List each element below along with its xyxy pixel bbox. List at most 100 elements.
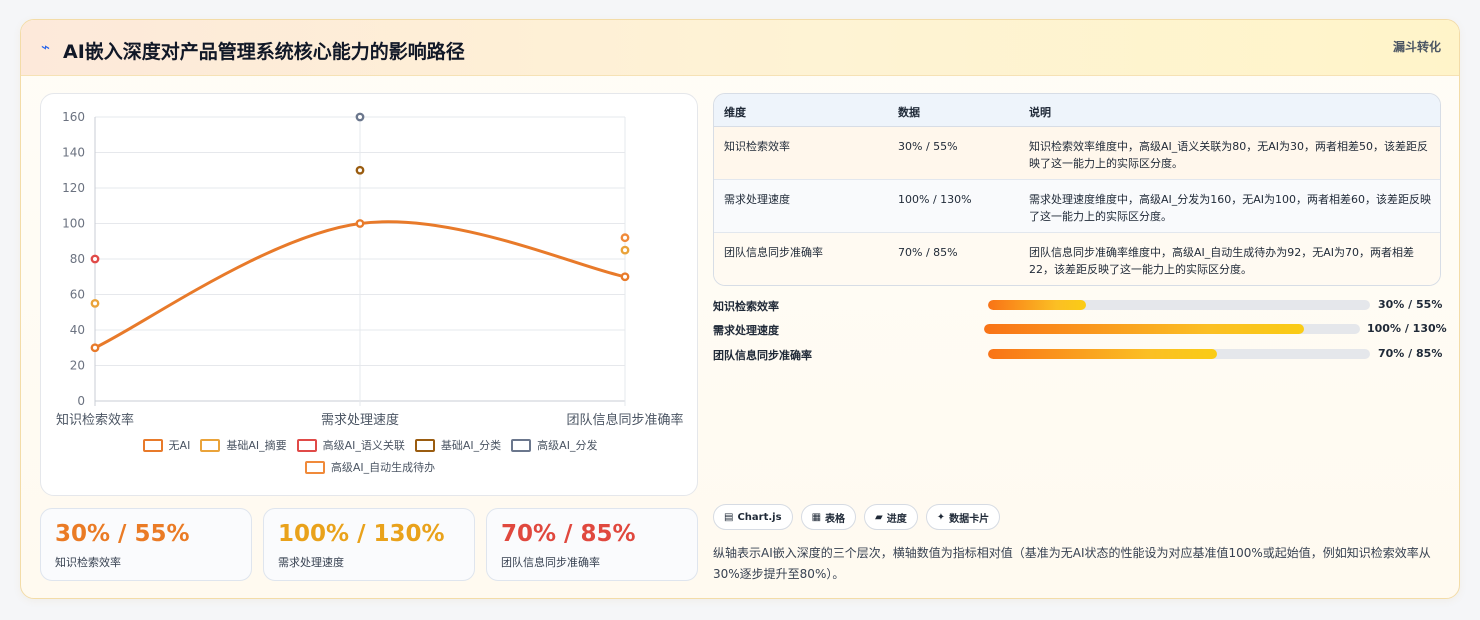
progress-icon: ▰ <box>875 511 883 523</box>
legend-item[interactable]: 高级AI_语义关联 <box>296 437 405 453</box>
y-tick-label: 40 <box>70 323 85 337</box>
legend-swatch <box>142 438 163 452</box>
data-point <box>620 233 630 243</box>
y-tick-label: 60 <box>70 288 85 302</box>
y-tick-label: 80 <box>70 252 85 266</box>
y-tick-label: 140 <box>62 146 85 160</box>
column-header-dimension: 维度 <box>724 106 746 119</box>
y-tick-label: 100 <box>62 217 85 231</box>
x-category-label: 团队信息同步准确率 <box>566 412 683 428</box>
chip-label: 进度 <box>886 513 907 525</box>
cell-dimension: 需求处理速度 <box>724 193 790 206</box>
progress-fill <box>988 300 1087 310</box>
progress-fill <box>988 349 1218 359</box>
data-point <box>355 165 365 175</box>
x-category-label: 知识检索效率 <box>56 412 134 428</box>
table-row: 需求处理速度 100% / 130% 需求处理速度维度中，高级AI_分发为160… <box>714 180 1440 233</box>
legend-label: 无AI <box>168 439 191 452</box>
progress-bar <box>988 349 1370 359</box>
y-tick-label: 0 <box>77 394 85 408</box>
chart-legend: 无AI 基础AI_摘要 高级AI_语义关联 基础AI_分类 高级AI_分发高级AI_自动… <box>41 437 699 481</box>
data-point <box>355 112 365 122</box>
line-chart-panel: 0 20 40 60 80 100 120 140 160 知识检索效率 需求处理速度 团队信息同步准… <box>40 93 698 496</box>
kpi-label: 需求处理速度 <box>278 556 344 569</box>
kpi-card-1: 30% / 55% 知识检索效率 <box>40 508 252 581</box>
header-badge: 漏斗转化 <box>1392 40 1441 54</box>
table-header: 维度 数据 说明 <box>714 94 1440 127</box>
chip-chartjs[interactable]: ▤ Chart.js <box>713 504 793 530</box>
cell-data: 100% / 130% <box>898 193 972 206</box>
legend-item[interactable]: 基础AI_摘要 <box>200 437 287 453</box>
legend-label: 基础AI_摘要 <box>226 439 287 452</box>
progress-value: 70% / 85% <box>1378 347 1443 360</box>
y-tick-label: 160 <box>62 110 85 124</box>
cell-dimension: 团队信息同步准确率 <box>724 246 823 259</box>
chip-data-card[interactable]: ✦ 数据卡片 <box>925 504 1001 530</box>
legend-item[interactable]: 高级AI_自动生成待办 <box>304 459 436 475</box>
chart-note: 纵轴表示AI嵌入深度的三个层次，横轴数值为指标相对值（基准为无AI状态的性能设为… <box>713 546 1431 581</box>
chip-label: 表格 <box>825 513 846 525</box>
sparkle-icon: ✦ <box>936 511 946 523</box>
cell-description: 知识检索效率维度中，高级AI_语义关联为80，无AI为30，两者相差50，该差距… <box>1029 140 1429 170</box>
kpi-label: 知识检索效率 <box>55 556 121 569</box>
table-icon: ▦ <box>811 511 822 523</box>
kpi-label: 团队信息同步准确率 <box>501 556 600 569</box>
progress-bar <box>984 324 1360 334</box>
card-header: ⌁ AI嵌入深度对产品管理系统核心能力的影响路径 漏斗转化 <box>21 20 1459 76</box>
legend-swatch <box>296 438 317 452</box>
kpi-value: 70% / 85% <box>501 521 636 547</box>
x-category-label: 需求处理速度 <box>321 412 399 428</box>
progress-value: 100% / 130% <box>1367 322 1447 335</box>
table-row: 知识检索效率 30% / 55% 知识检索效率维度中，高级AI_语义关联为80，… <box>714 127 1440 180</box>
kpi-value: 100% / 130% <box>278 521 445 547</box>
dashboard-card: ⌁ AI嵌入深度对产品管理系统核心能力的影响路径 漏斗转化 0 20 40 60 80 1… <box>20 19 1460 599</box>
view-chips: ▤ Chart.js ▦ 表格 ▰ 进度 ✦ 数据卡片 <box>713 504 1001 530</box>
legend-swatch <box>304 460 325 474</box>
kpi-card-2: 100% / 130% 需求处理速度 <box>263 508 475 581</box>
legend-label: 基础AI_分类 <box>440 439 502 452</box>
legend-item[interactable]: 无AI <box>142 437 191 453</box>
progress-bar <box>988 300 1370 310</box>
data-point <box>620 245 630 255</box>
progress-value: 30% / 55% <box>1378 298 1443 311</box>
cell-description: 团队信息同步准确率维度中，高级AI_自动生成待办为92，无AI为70，两者相差2… <box>1029 246 1415 276</box>
chip-table[interactable]: ▦ 表格 <box>800 504 857 530</box>
data-point <box>90 254 100 264</box>
legend-label: 高级AI_语义关联 <box>322 439 405 452</box>
legend-swatch <box>511 438 532 452</box>
data-point <box>355 219 365 228</box>
cell-dimension: 知识检索效率 <box>724 140 790 153</box>
legend-label: 高级AI_分发 <box>537 439 598 452</box>
table-row: 团队信息同步准确率 70% / 85% 团队信息同步准确率维度中，高级AI_自动… <box>714 233 1440 285</box>
y-tick-label: 120 <box>62 181 85 195</box>
data-point <box>620 272 630 282</box>
lightning-icon: ⌁ <box>41 38 51 56</box>
chip-progress[interactable]: ▰ 进度 <box>864 504 918 530</box>
page-title: AI嵌入深度对产品管理系统核心能力的影响路径 <box>63 41 465 63</box>
legend-row: 高级AI_自动生成待办 <box>41 459 699 475</box>
chart-icon: ▤ <box>724 511 734 523</box>
legend-label: 高级AI_自动生成待办 <box>330 461 436 474</box>
legend-swatch <box>414 438 435 452</box>
data-table: 维度 数据 说明 知识检索效率 30% / 55% 知识检索效率维度中，高级AI… <box>713 93 1441 286</box>
progress-label: 知识检索效率 <box>713 300 779 313</box>
cell-data: 70% / 85% <box>898 246 958 259</box>
progress-label: 团队信息同步准确率 <box>713 349 812 362</box>
legend-row: 无AI 基础AI_摘要 高级AI_语义关联 基础AI_分类 高级AI_分发 <box>41 437 699 453</box>
data-point <box>90 343 100 353</box>
chip-label: Chart.js <box>737 511 782 523</box>
cell-data: 30% / 55% <box>898 140 958 153</box>
legend-item[interactable]: 高级AI_分发 <box>511 437 597 453</box>
line-chart: 0 20 40 60 80 100 120 140 160 知识检索效率 需求处理速度 团队信息同步准… <box>56 110 684 428</box>
column-header-description: 说明 <box>1029 106 1051 119</box>
data-point <box>90 298 100 308</box>
cell-description: 需求处理速度维度中，高级AI_分发为160，无AI为100，两者相差60，该差距… <box>1029 193 1432 223</box>
chip-label: 数据卡片 <box>949 513 990 525</box>
progress-label: 需求处理速度 <box>713 324 779 337</box>
legend-item[interactable]: 基础AI_分类 <box>414 437 502 453</box>
y-tick-label: 20 <box>70 359 85 373</box>
column-header-data: 数据 <box>898 106 920 119</box>
kpi-value: 30% / 55% <box>55 521 190 547</box>
legend-swatch <box>200 438 221 452</box>
progress-fill <box>984 324 1304 334</box>
